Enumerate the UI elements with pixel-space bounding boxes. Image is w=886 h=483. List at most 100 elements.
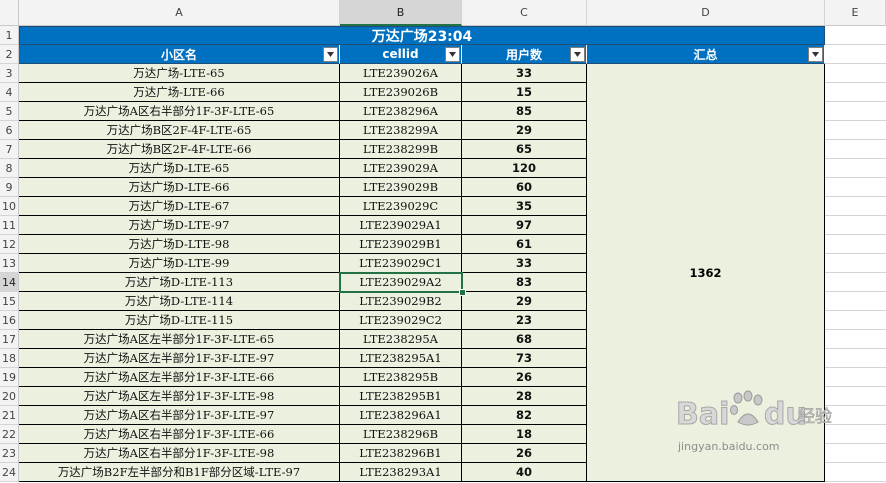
- cell-cellid[interactable]: LTE239029A: [340, 159, 462, 178]
- cell-cellid[interactable]: LTE238299B: [340, 140, 462, 159]
- cell-users[interactable]: 120: [462, 159, 587, 178]
- empty-cell-e3[interactable]: [825, 64, 886, 83]
- cell-name[interactable]: 万达广场D-LTE-65: [19, 159, 340, 178]
- cell-name[interactable]: 万达广场D-LTE-115: [19, 311, 340, 330]
- cell-name[interactable]: 万达广场A区右半部分1F-3F-LTE-65: [19, 102, 340, 121]
- cell-name[interactable]: 万达广场B2F左半部分和B1F部分区域-LTE-97: [19, 463, 340, 482]
- empty-cell-e5[interactable]: [825, 102, 886, 121]
- cell-name[interactable]: 万达广场A区左半部分1F-3F-LTE-66: [19, 368, 340, 387]
- fill-handle[interactable]: [459, 289, 466, 296]
- empty-cell-e19[interactable]: [825, 368, 886, 387]
- cell-users[interactable]: 29: [462, 121, 587, 140]
- empty-cell-e17[interactable]: [825, 330, 886, 349]
- cell-users[interactable]: 29: [462, 292, 587, 311]
- cell-name[interactable]: 万达广场A区左半部分1F-3F-LTE-65: [19, 330, 340, 349]
- header-total[interactable]: 汇总: [587, 45, 825, 64]
- column-header-e[interactable]: E: [825, 0, 886, 26]
- row-header-10[interactable]: 10: [0, 197, 19, 216]
- row-header-15[interactable]: 15: [0, 292, 19, 311]
- row-header-4[interactable]: 4: [0, 83, 19, 102]
- cell-users[interactable]: 73: [462, 349, 587, 368]
- cell-cellid[interactable]: LTE239029B1: [340, 235, 462, 254]
- cell-users[interactable]: 65: [462, 140, 587, 159]
- row-header-19[interactable]: 19: [0, 368, 19, 387]
- row-header-8[interactable]: 8: [0, 159, 19, 178]
- cell-name[interactable]: 万达广场A区右半部分1F-3F-LTE-66: [19, 425, 340, 444]
- row-header-18[interactable]: 18: [0, 349, 19, 368]
- filter-dropdown-users[interactable]: [570, 47, 585, 62]
- row-header-21[interactable]: 21: [0, 406, 19, 425]
- cell-cellid[interactable]: LTE238295A1: [340, 349, 462, 368]
- row-header-12[interactable]: 12: [0, 235, 19, 254]
- cell-users[interactable]: 18: [462, 425, 587, 444]
- cell-cellid[interactable]: LTE239026B: [340, 83, 462, 102]
- cell-users[interactable]: 97: [462, 216, 587, 235]
- row-header-5[interactable]: 5: [0, 102, 19, 121]
- empty-cell-e10[interactable]: [825, 197, 886, 216]
- cell-users[interactable]: 68: [462, 330, 587, 349]
- cell-users[interactable]: 26: [462, 444, 587, 463]
- empty-cell-e4[interactable]: [825, 83, 886, 102]
- empty-cell-e15[interactable]: [825, 292, 886, 311]
- cell-cellid[interactable]: LTE238293A1: [340, 463, 462, 482]
- row-header-11[interactable]: 11: [0, 216, 19, 235]
- row-header-20[interactable]: 20: [0, 387, 19, 406]
- cell-name[interactable]: 万达广场-LTE-66: [19, 83, 340, 102]
- cell-cellid[interactable]: LTE239029A1: [340, 216, 462, 235]
- empty-cell-e18[interactable]: [825, 349, 886, 368]
- cell-name[interactable]: 万达广场D-LTE-99: [19, 254, 340, 273]
- header-cellid[interactable]: cellid: [340, 45, 462, 64]
- cell-name[interactable]: 万达广场D-LTE-66: [19, 178, 340, 197]
- cell-name[interactable]: 万达广场A区右半部分1F-3F-LTE-98: [19, 444, 340, 463]
- empty-cell-e11[interactable]: [825, 216, 886, 235]
- cell-cellid[interactable]: LTE239029B2: [340, 292, 462, 311]
- cell-name[interactable]: 万达广场D-LTE-114: [19, 292, 340, 311]
- cell-users[interactable]: 35: [462, 197, 587, 216]
- cell-users[interactable]: 83: [462, 273, 587, 292]
- sheet-title-cell[interactable]: 万达广场23:04: [19, 26, 825, 45]
- cell-users[interactable]: 33: [462, 254, 587, 273]
- cell-name[interactable]: 万达广场B区2F-4F-LTE-65: [19, 121, 340, 140]
- header-name[interactable]: 小区名: [19, 45, 340, 64]
- cell-users[interactable]: 26: [462, 368, 587, 387]
- row-header-3[interactable]: 3: [0, 64, 19, 83]
- cell-users[interactable]: 23: [462, 311, 587, 330]
- row-header-17[interactable]: 17: [0, 330, 19, 349]
- cell-name[interactable]: 万达广场D-LTE-67: [19, 197, 340, 216]
- empty-cell-e7[interactable]: [825, 140, 886, 159]
- cell-cellid[interactable]: LTE238295B: [340, 368, 462, 387]
- cell-users[interactable]: 28: [462, 387, 587, 406]
- cell-name[interactable]: 万达广场A区左半部分1F-3F-LTE-98: [19, 387, 340, 406]
- row-header-23[interactable]: 23: [0, 444, 19, 463]
- empty-cell-e6[interactable]: [825, 121, 886, 140]
- column-header-c[interactable]: C: [462, 0, 587, 26]
- row-header-6[interactable]: 6: [0, 121, 19, 140]
- empty-cell-e8[interactable]: [825, 159, 886, 178]
- cell-name[interactable]: 万达广场B区2F-4F-LTE-66: [19, 140, 340, 159]
- cell-name[interactable]: 万达广场D-LTE-113: [19, 273, 340, 292]
- cell-users[interactable]: 40: [462, 463, 587, 482]
- cell-users[interactable]: 60: [462, 178, 587, 197]
- empty-cell-e13[interactable]: [825, 254, 886, 273]
- cell-name[interactable]: 万达广场D-LTE-98: [19, 235, 340, 254]
- filter-dropdown-name[interactable]: [323, 47, 338, 62]
- cell-cellid[interactable]: LTE239029A2: [340, 273, 462, 292]
- row-header-14[interactable]: 14: [0, 273, 19, 292]
- cell-cellid[interactable]: LTE239029C: [340, 197, 462, 216]
- column-header-a[interactable]: A: [19, 0, 340, 26]
- row-header-13[interactable]: 13: [0, 254, 19, 273]
- row-header-24[interactable]: 24: [0, 463, 19, 482]
- cell-cellid[interactable]: LTE238296A: [340, 102, 462, 121]
- cell-cellid[interactable]: LTE238296A1: [340, 406, 462, 425]
- cell-cellid[interactable]: LTE238296B1: [340, 444, 462, 463]
- header-users[interactable]: 用户数: [462, 45, 587, 64]
- cell-cellid[interactable]: LTE239029C2: [340, 311, 462, 330]
- cell-users[interactable]: 61: [462, 235, 587, 254]
- cell-users[interactable]: 15: [462, 83, 587, 102]
- row-header-7[interactable]: 7: [0, 140, 19, 159]
- empty-cell-e14[interactable]: [825, 273, 886, 292]
- column-header-b[interactable]: B: [340, 0, 462, 26]
- cell-cellid[interactable]: LTE238299A: [340, 121, 462, 140]
- cell-cellid[interactable]: LTE239029B: [340, 178, 462, 197]
- cell-users[interactable]: 85: [462, 102, 587, 121]
